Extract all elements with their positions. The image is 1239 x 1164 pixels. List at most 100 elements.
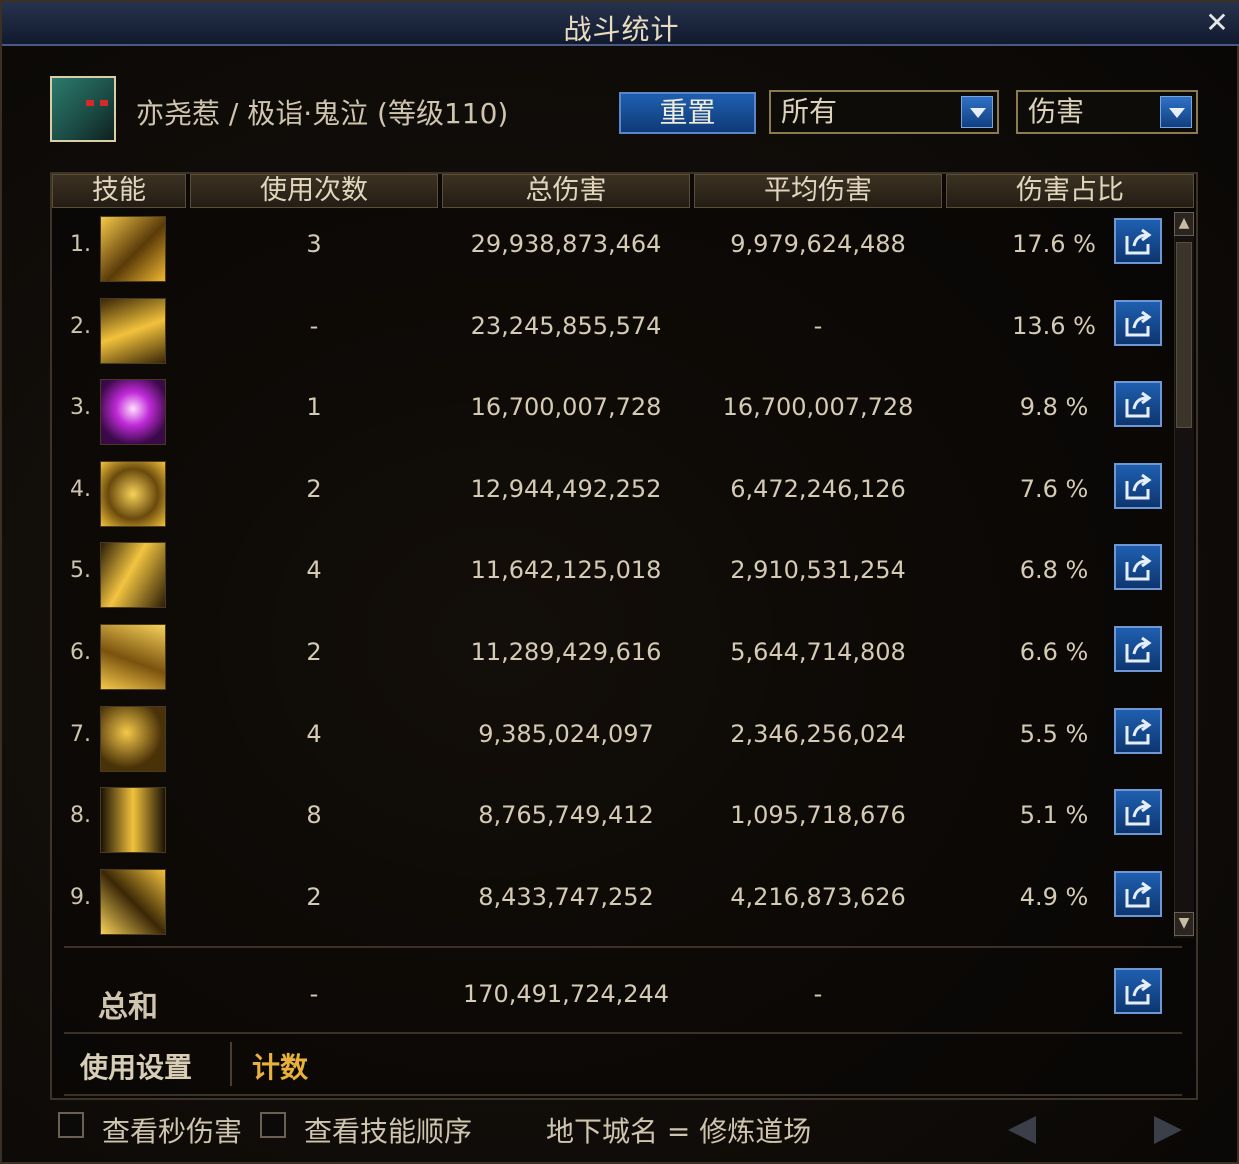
table-row[interactable]: 7. 4 9,385,024,097 2,346,256,024 5.5 % [64, 700, 1172, 780]
metric-select-value: 伤害 [1028, 95, 1085, 128]
row-avg-damage: 6,472,246,126 [730, 474, 906, 503]
share-icon[interactable] [1114, 299, 1162, 346]
title-bar[interactable]: 战斗统计 ✕ [2, 2, 1239, 46]
row-uses: 2 [306, 882, 322, 911]
battle-stats-window: 战斗统计 ✕ 亦尧惹 / 极诣·鬼泣 (等级110) 重置 所有 伤害 技能 使… [0, 0, 1239, 1164]
row-total-damage: 9,385,024,097 [478, 719, 654, 748]
row-rank: 9. [70, 884, 91, 910]
table-row[interactable]: 3. 1 16,700,007,728 16,700,007,728 9.8 % [64, 373, 1172, 453]
close-icon[interactable]: ✕ [1201, 6, 1233, 40]
skill-order-checkbox[interactable] [260, 1112, 286, 1138]
table-row[interactable]: 8. 8 8,765,749,412 1,095,718,676 5.1 % [64, 781, 1172, 861]
dungeon-name: 地下城名 = 修炼道场 [546, 1115, 812, 1148]
row-total-damage: 8,433,747,252 [478, 882, 654, 911]
header-total-damage[interactable]: 总伤害 [442, 174, 690, 208]
row-total-damage: 11,642,125,018 [470, 556, 662, 585]
tab-settings[interactable]: 使用设置 [80, 1046, 192, 1086]
row-avg-damage: 2,346,256,024 [730, 719, 906, 748]
row-total-damage: 8,765,749,412 [478, 801, 654, 830]
portrait-eye-icon [100, 100, 108, 106]
row-uses: 2 [306, 474, 322, 503]
tab-separator [230, 1042, 232, 1086]
share-icon[interactable] [1114, 218, 1162, 264]
sum-total-damage: 170,491,724,244 [462, 980, 670, 1008]
share-icon[interactable] [1114, 381, 1162, 428]
table-row[interactable]: 9. 2 8,433,747,252 4,216,873,626 4.9 % [64, 863, 1172, 943]
share-icon[interactable] [1114, 968, 1162, 1014]
tab-count[interactable]: 计数 [252, 1046, 308, 1086]
row-rank: 7. [70, 721, 91, 747]
reset-button[interactable]: 重置 [619, 92, 756, 134]
divider [64, 946, 1182, 948]
row-avg-damage: 5,644,714,808 [730, 638, 906, 666]
row-uses: 4 [306, 556, 322, 585]
metric-select[interactable]: 伤害 [1016, 90, 1198, 134]
row-avg-damage: 16,700,007,728 [722, 393, 914, 422]
row-rank: 5. [70, 558, 91, 584]
sum-avg-damage: - [813, 980, 823, 1008]
prev-page-icon[interactable] [1002, 1112, 1042, 1148]
golden-blossom-skill-icon [100, 542, 166, 609]
sum-uses: - [309, 980, 319, 1008]
row-rank: 8. [70, 803, 91, 829]
header-avg-damage[interactable]: 平均伤害 [694, 174, 942, 208]
header-damage-share[interactable]: 伤害占比 [946, 174, 1194, 208]
row-total-damage: 12,944,492,252 [470, 474, 662, 503]
row-total-damage: 11,289,429,616 [470, 638, 662, 666]
table-row[interactable]: 5. 4 11,642,125,018 2,910,531,254 6.8 % [64, 536, 1172, 616]
row-uses: - [309, 311, 319, 340]
row-avg-damage: 1,095,718,676 [730, 801, 906, 830]
golden-flame-skill-icon [100, 297, 166, 364]
divider [64, 1094, 1182, 1096]
golden-star-skill-icon [100, 460, 166, 527]
scroll-down-icon[interactable]: ▼ [1174, 912, 1194, 936]
table-row[interactable]: 1. 3 29,938,873,464 9,979,624,488 17.6 % [64, 210, 1172, 290]
table-row[interactable]: 4. 2 12,944,492,252 6,472,246,126 7.6 % [64, 455, 1172, 535]
share-icon[interactable] [1114, 707, 1162, 754]
row-avg-damage: - [813, 311, 823, 340]
filter-select-value: 所有 [781, 95, 838, 128]
skill-order-checkbox-label: 查看技能顺序 [304, 1115, 473, 1148]
row-rank: 6. [70, 640, 91, 665]
table-row[interactable]: 6. 2 11,289,429,616 5,644,714,808 6.6 % [64, 618, 1172, 698]
scroll-up-icon[interactable]: ▲ [1174, 212, 1194, 236]
row-avg-damage: 4,216,873,626 [730, 882, 906, 911]
table-row[interactable]: 2. -23,245,855,574-13.6 % [64, 292, 1172, 372]
row-uses: 2 [306, 638, 322, 666]
scrollbar-thumb[interactable] [1176, 242, 1192, 428]
golden-crescent-skill-icon [100, 624, 166, 690]
window-title: 战斗统计 [563, 13, 680, 46]
row-rank: 2. [70, 313, 91, 339]
row-uses: 3 [306, 230, 322, 258]
golden-slash-skill-icon [100, 787, 166, 854]
row-rank: 1. [70, 232, 91, 257]
golden-blade-skill-icon [100, 868, 166, 935]
row-avg-damage: 9,979,624,488 [730, 230, 906, 258]
share-icon[interactable] [1114, 462, 1162, 509]
chevron-down-icon[interactable] [961, 96, 993, 128]
dps-checkbox-label: 查看秒伤害 [102, 1115, 243, 1148]
character-name: 亦尧惹 / 极诣·鬼泣 (等级110) [136, 97, 509, 130]
row-total-damage: 23,245,855,574 [470, 311, 662, 340]
divider [64, 1032, 1182, 1034]
row-uses: 1 [306, 393, 322, 422]
chevron-down-icon[interactable] [1160, 96, 1192, 128]
sum-label: 总和 [98, 990, 158, 1025]
dps-checkbox[interactable] [58, 1112, 84, 1138]
header-skill[interactable]: 技能 [52, 174, 186, 208]
row-rank: 4. [70, 476, 91, 502]
share-icon[interactable] [1114, 544, 1162, 591]
share-icon[interactable] [1114, 789, 1162, 836]
row-uses: 8 [306, 801, 322, 830]
golden-claw-skill-icon [100, 216, 166, 282]
share-icon[interactable] [1114, 626, 1162, 672]
golden-mask-skill-icon [100, 705, 166, 772]
row-uses: 4 [306, 719, 322, 748]
row-avg-damage: 2,910,531,254 [730, 556, 906, 585]
share-icon[interactable] [1114, 870, 1162, 917]
row-rank: 3. [70, 395, 91, 421]
header-uses[interactable]: 使用次数 [190, 174, 438, 208]
next-page-icon[interactable] [1148, 1112, 1188, 1148]
portrait-eye-icon [86, 100, 94, 106]
filter-select[interactable]: 所有 [769, 90, 999, 134]
